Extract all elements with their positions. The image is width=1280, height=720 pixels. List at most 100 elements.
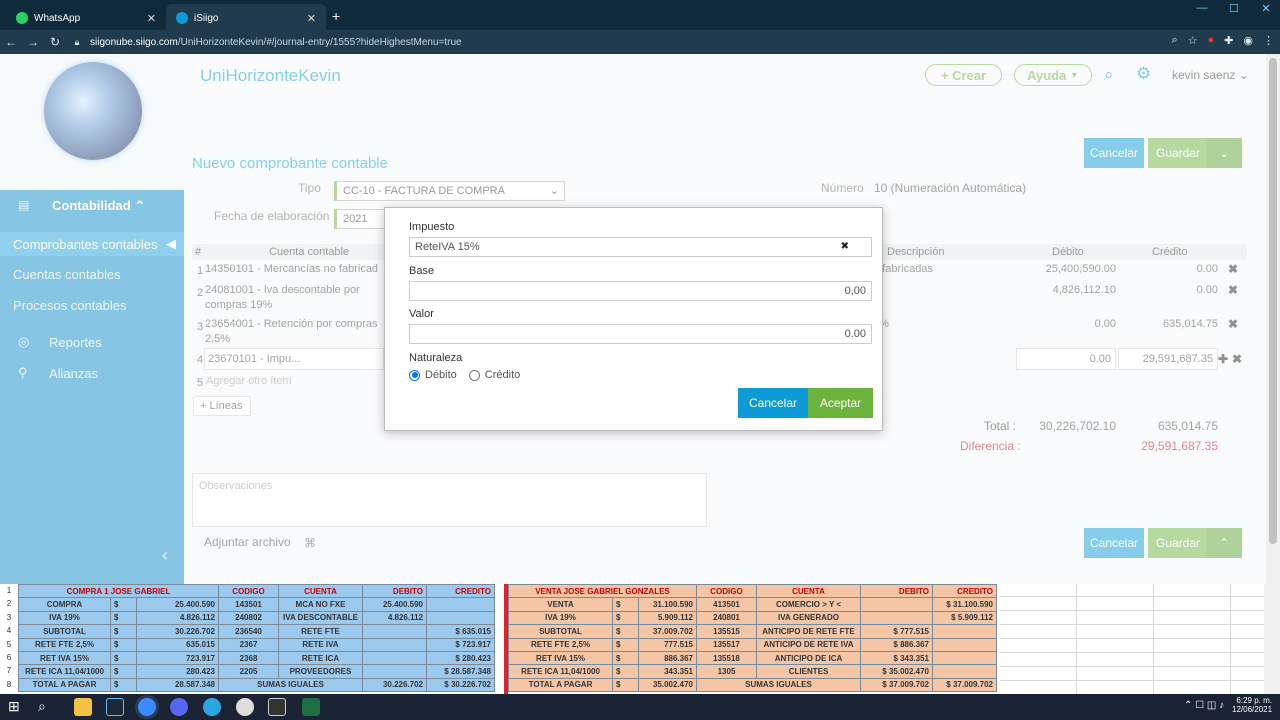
extension-icon[interactable]: ● [1208,34,1215,47]
sheet-cell[interactable] [932,650,997,666]
sheet-cell[interactable]: 2205 [218,664,279,679]
radio-credito[interactable] [468,369,480,381]
sheet-cell[interactable]: COMPRA [18,597,111,612]
sheet-cell[interactable]: SUBTOTAL [18,624,111,639]
sheet-cell[interactable]: CUENTA [756,583,861,599]
sheet-cell[interactable]: RETE ICA 11,04/1000 [18,664,111,679]
sheet-cell[interactable]: ANTICIPO DE RETE FTE [756,624,861,639]
sheet-cell[interactable]: ANTICIPO DE RETE IVA [756,637,861,652]
sheet-cell[interactable]: 2367 [218,637,279,652]
row-number[interactable]: 3 [0,613,18,622]
sheet-cell[interactable]: 280.423 [136,664,219,679]
sheet-cell[interactable]: $ [612,624,639,639]
sheet-scrollbar[interactable] [1264,584,1280,694]
sheet-cell[interactable]: 30.226.702 [136,624,219,639]
sheet-cell[interactable]: IVA 19% [18,610,111,626]
sheet-cell[interactable]: DEBITO [860,583,933,599]
epic-games-icon[interactable] [268,698,286,716]
valor-input[interactable]: 0.00 [409,324,872,344]
close-icon[interactable]: ✕ [307,12,316,25]
sheet-cell[interactable]: 240801 [696,610,757,626]
sheet-cell[interactable]: RET IVA 15% [508,650,613,666]
sheet-cell[interactable] [426,610,495,626]
sheet-cell[interactable]: $ [110,650,137,666]
sheet-cell[interactable]: 135518 [696,650,757,666]
sheet-cell[interactable]: TOTAL A PAGAR [18,677,111,693]
sheet-cell[interactable]: ANTICIPO DE ICA [756,650,861,666]
forward-icon[interactable]: → [22,35,44,49]
sheet-cell[interactable]: $ 31.100.590 [932,597,997,612]
close-icon[interactable]: ✕ [147,12,156,25]
sheet-cell[interactable]: 886.367 [638,650,697,666]
sheet-cell[interactable]: RETE FTE 2,5% [18,637,111,652]
sheet-cell[interactable]: CODIGO [696,583,757,599]
sheet-cell[interactable]: $ 30.226.702 [426,677,495,693]
modal-accept-button[interactable]: Aceptar [808,388,873,418]
sheet-cell[interactable]: RETE ICA 11,04/1000 [508,664,613,679]
tab-whatsapp[interactable]: WhatsApp ✕ [6,4,166,32]
sheet-cell[interactable]: 28.587.348 [136,677,219,693]
sheet-cell[interactable] [932,624,997,639]
base-input[interactable]: 0,00 [409,281,872,301]
excel-icon[interactable] [302,698,320,716]
radio-debito[interactable] [409,369,420,381]
row-number[interactable]: 1 [0,586,18,595]
sheet-cell[interactable]: $ [110,677,137,693]
sheet-cell[interactable]: SUBTOTAL [508,624,613,639]
sheet-cell[interactable]: $ 37.009.702 [932,677,997,693]
sheet-cell[interactable]: CREDITO [932,583,997,599]
star-icon[interactable]: ☆ [1188,34,1198,47]
sheet-cell[interactable]: $ [612,664,639,679]
sheet-cell[interactable]: 31.100.590 [638,597,697,612]
sheet-cell[interactable]: RETE ICA [278,650,363,666]
window-close-icon[interactable]: ✕ [1250,0,1280,16]
sheet-cell[interactable]: SUMAS IGUALES [218,677,363,693]
sheet-cell[interactable]: 37.009.702 [638,624,697,639]
sheet-cell[interactable]: 635.015 [136,637,219,652]
sheet-cell[interactable]: $ [110,624,137,639]
sheet-cell[interactable]: $ [110,664,137,679]
sheet-cell[interactable]: 4.826.112 [136,610,219,626]
sheet-cell[interactable]: IVA 19% [508,610,613,626]
sheet-cell[interactable] [860,597,933,612]
row-number[interactable]: 2 [0,599,18,608]
sheet-cell[interactable]: CODIGO [218,583,279,599]
back-icon[interactable]: ← [0,35,22,49]
sheet-cell[interactable]: $ [110,597,137,612]
empty-cells[interactable] [1000,584,1264,694]
sheet-cell[interactable]: RETE IVA [278,637,363,652]
new-tab-button[interactable]: + [332,8,340,24]
ccleaner-icon[interactable] [203,698,221,716]
sheet-cell[interactable]: $ [612,650,639,666]
row-number[interactable]: 4 [0,626,18,635]
sheet-cell[interactable]: $ [612,610,639,626]
sheet-cell[interactable]: 25.400.590 [362,597,427,612]
steam-icon[interactable] [106,698,124,716]
windows-start-icon[interactable]: ⊞ [8,698,26,716]
sheet-cell[interactable]: MCA NO FXE [278,597,363,612]
sheet-cell[interactable]: PROVEEDORES [278,664,363,679]
impuesto-select[interactable]: ReteIVA 15% ✖ [409,237,872,257]
sheet-cell[interactable]: $ 635.015 [426,624,495,639]
chrome-icon[interactable] [138,698,156,716]
puzzle-icon[interactable]: ✚ [1224,34,1233,47]
sheet-cell[interactable] [362,637,427,652]
url-field[interactable]: siigonube.siigo.com/UniHorizonteKevin/#/… [90,37,462,48]
sheet-cell[interactable]: $ 343.351 [860,650,933,666]
sheet-cell[interactable]: $ [110,610,137,626]
clock[interactable]: 6:29 p. m. 12/06/2021 [1232,696,1272,714]
sheet-cell[interactable]: TOTAL A PAGAR [508,677,613,693]
sheet-cell[interactable]: VENTA [508,597,613,612]
sheet-cell[interactable]: $ [612,677,639,693]
sheet-cell[interactable]: 30.226.702 [362,677,427,693]
sheet-cell[interactable] [932,637,997,652]
sheet-cell[interactable]: 2368 [218,650,279,666]
sheet-cell[interactable]: 236540 [218,624,279,639]
sale-table[interactable]: VENTA JOSE GABRIEL GONZALES CODIGO CUENTA D… [508,583,997,693]
sheet-cell[interactable]: IVA GENERADO [756,610,861,626]
sheet-cell[interactable]: DEBITO [362,583,427,599]
sheet-cell[interactable]: IVA DESCONTABLE [278,610,363,626]
sheet-cell[interactable]: CREDITO [426,583,495,599]
tab-isiigo[interactable]: iSiigo ✕ [166,4,326,32]
tray-icons[interactable]: ⌃ ☐ ◫ ♪ [1184,700,1224,711]
